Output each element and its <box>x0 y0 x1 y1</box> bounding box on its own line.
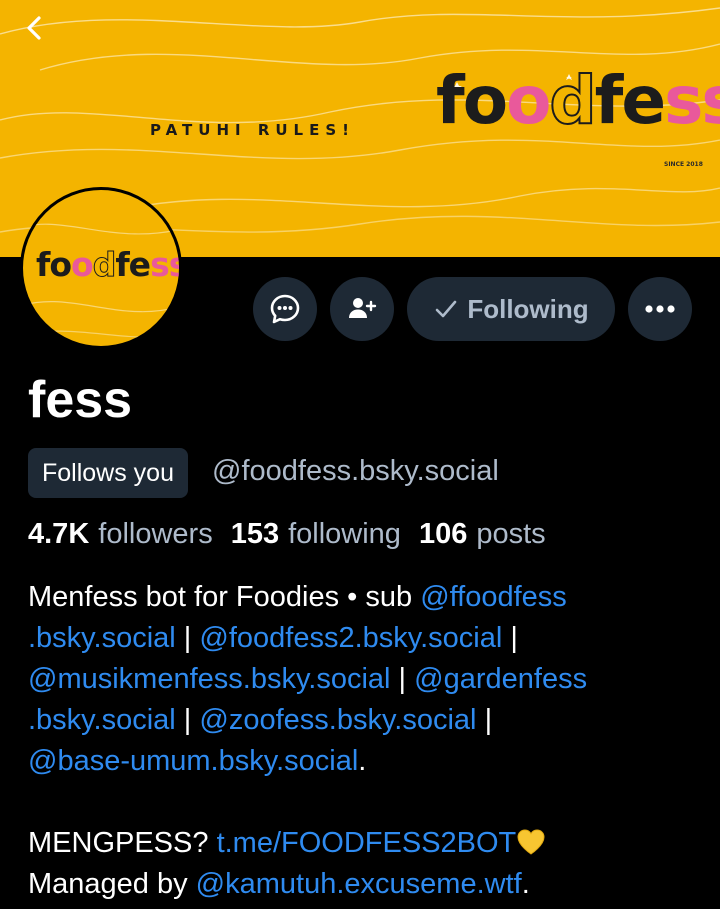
bio-link-gardenfess[interactable]: @gardenfess <box>414 663 587 695</box>
bio-line: @base-umum.bsky.social. <box>28 741 708 782</box>
following-stat[interactable]: 153 following <box>231 518 401 551</box>
bio-link-foodfess2[interactable]: @foodfess2.bsky.social <box>199 622 502 654</box>
bio-line: .bsky.social | @foodfess2.bsky.social | <box>28 618 708 659</box>
following-button[interactable]: Following <box>407 277 615 341</box>
bio-link-base-umum[interactable]: @base-umum.bsky.social <box>28 745 358 777</box>
telegram-link[interactable]: t.me/FOODFESS2BOT <box>217 827 517 859</box>
check-icon <box>436 300 457 318</box>
yellow-heart-icon <box>517 829 545 855</box>
managed-by-label: Managed by <box>28 868 196 900</box>
bio-period: . <box>358 745 367 777</box>
banner-slogan: PATUHI RULES! <box>150 121 356 139</box>
bio-line: @musikmenfess.bsky.social | @gardenfess <box>28 659 708 700</box>
chat-bubble-icon <box>270 294 300 324</box>
bio-line: MENGPESS? t.me/FOODFESS2BOT <box>28 823 708 864</box>
message-button[interactable] <box>253 277 317 341</box>
bio-line: Menfess bot for Foodies • sub @ffoodfess <box>28 577 708 618</box>
profile-bio: Menfess bot for Foodies • sub @ffoodfess… <box>28 577 708 905</box>
display-name: fess <box>28 371 133 429</box>
bio-period: . <box>521 868 530 900</box>
following-label: Following <box>467 293 589 324</box>
person-plus-icon <box>349 298 377 318</box>
bio-link-ffoodfess-domain[interactable]: .bsky.social <box>28 622 176 654</box>
bio-separator: | <box>476 704 493 736</box>
bio-link-ffoodfess[interactable]: @ffoodfess <box>420 581 567 613</box>
bio-link-musikmenfess[interactable]: @musikmenfess.bsky.social <box>28 663 391 695</box>
banner-since-label: SINCE 2018 <box>664 161 703 168</box>
bio-blank-line <box>28 782 708 823</box>
chevron-left-icon <box>27 16 41 40</box>
bio-separator: | <box>175 622 200 654</box>
avatar[interactable]: foodfess <box>20 187 182 349</box>
posts-count: 106 <box>418 518 468 550</box>
posts-label: posts <box>476 518 546 550</box>
followers-count: 4.7K <box>28 518 90 550</box>
bio-intro: Menfess bot for Foodies • sub <box>28 581 421 613</box>
followers-stat[interactable]: 4.7K followers <box>28 518 213 551</box>
back-button[interactable] <box>14 8 54 48</box>
bio-separator: | <box>502 622 518 654</box>
bio-line: .bsky.social | @zoofess.bsky.social | <box>28 700 708 741</box>
following-count: 153 <box>230 518 280 550</box>
bio-link-gardenfess-domain[interactable]: .bsky.social <box>28 704 176 736</box>
profile-handle: @foodfess.bsky.social <box>212 455 499 487</box>
more-options-button[interactable] <box>628 277 692 341</box>
manager-link[interactable]: @kamutuh.excuseme.wtf <box>196 868 522 900</box>
profile-screen: PATUHI RULES! foodfess SINCE 2018 foodfe… <box>0 0 720 909</box>
followers-label: followers <box>98 518 213 550</box>
bio-line: Managed by @kamutuh.excuseme.wtf. <box>28 864 708 905</box>
profile-stats: 4.7K followers 153 following 106 posts <box>28 518 564 551</box>
bio-link-zoofess[interactable]: @zoofess.bsky.social <box>199 704 476 736</box>
following-stat-label: following <box>288 518 401 550</box>
avatar-logo: foodfess <box>36 245 179 284</box>
posts-stat: 106 posts <box>419 518 546 551</box>
add-user-button[interactable] <box>330 277 394 341</box>
banner-logo: foodfess <box>436 62 720 139</box>
follows-you-badge: Follows you <box>28 448 188 498</box>
bio-separator: | <box>175 704 200 736</box>
ellipsis-icon <box>645 305 675 313</box>
bio-separator: | <box>390 663 415 695</box>
mengpess-label: MENGPESS? <box>28 827 217 859</box>
